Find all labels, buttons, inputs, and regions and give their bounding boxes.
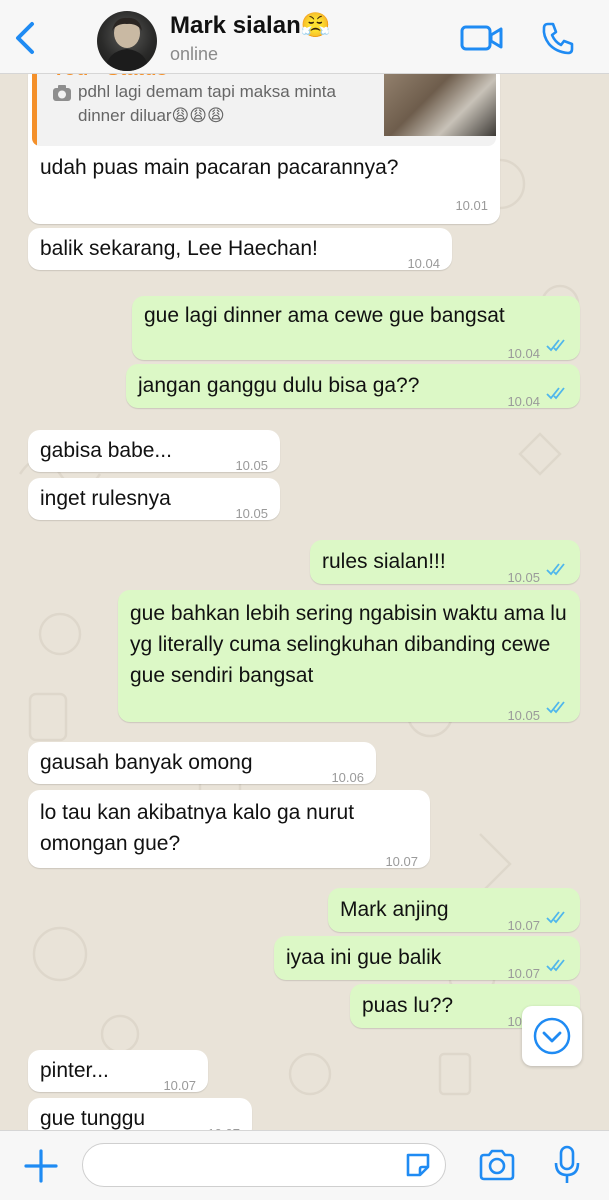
- read-ticks-icon: [546, 387, 565, 400]
- message-input[interactable]: [82, 1143, 446, 1187]
- message-time: 10.05: [235, 458, 268, 473]
- message-text: puas lu??: [362, 994, 454, 1017]
- contact-name[interactable]: Mark sialan😤: [170, 11, 331, 40]
- incoming-message[interactable]: gue tunggu 10.07: [28, 1098, 252, 1130]
- message-time: 10.05: [507, 570, 540, 585]
- message-text: Mark anjing: [340, 898, 449, 921]
- contact-avatar[interactable]: [97, 11, 157, 71]
- message-time: 10.06: [331, 770, 364, 785]
- outgoing-message[interactable]: jangan ganggu dulu bisa ga?? 10.04: [126, 364, 580, 409]
- read-ticks-icon: [546, 701, 565, 714]
- camera-button[interactable]: [478, 1148, 516, 1182]
- sticker-button[interactable]: [404, 1151, 432, 1179]
- incoming-message[interactable]: gabisa babe... 10.05: [28, 430, 280, 473]
- back-button[interactable]: [10, 20, 40, 56]
- quoted-status[interactable]: You • Status pdhl lagi demam tapi maksa …: [32, 74, 496, 146]
- video-call-button[interactable]: [460, 20, 504, 56]
- outgoing-message[interactable]: Mark anjing 10.07: [328, 888, 580, 933]
- chevron-left-icon: [16, 22, 34, 54]
- message-list[interactable]: You • Status pdhl lagi demam tapi maksa …: [0, 74, 609, 1130]
- message-time: 10.04: [407, 256, 440, 271]
- read-ticks-icon: [546, 959, 565, 972]
- message-text: gue bahkan lebih sering ngabisin waktu a…: [130, 602, 567, 687]
- message-time: 10.05: [507, 708, 540, 723]
- message-text: gabisa babe...: [40, 439, 172, 462]
- message-time: 10.07: [385, 854, 418, 869]
- message-time: 10.07: [163, 1078, 196, 1093]
- camera-icon: [53, 85, 71, 101]
- attach-button[interactable]: [22, 1147, 60, 1185]
- message-composer: [0, 1130, 609, 1200]
- sticker-icon: [406, 1153, 430, 1177]
- read-ticks-icon: [546, 911, 565, 924]
- status-thumbnail: [384, 74, 496, 136]
- video-camera-icon: [460, 25, 503, 51]
- incoming-message[interactable]: inget rulesnya 10.05: [28, 478, 280, 521]
- message-text: jangan ganggu dulu bisa ga??: [138, 374, 420, 397]
- message-text: inget rulesnya: [40, 487, 171, 510]
- chat-header: Mark sialan😤 online: [0, 0, 609, 74]
- quote-text: pdhl lagi demam tapi maksa minta dinner …: [78, 82, 336, 125]
- outgoing-message[interactable]: iyaa ini gue balik 10.07: [274, 936, 580, 981]
- read-ticks-icon: [546, 563, 565, 576]
- incoming-message[interactable]: lo tau kan akibatnya kalo ga nurut omong…: [28, 790, 430, 869]
- outgoing-message[interactable]: gue bahkan lebih sering ngabisin waktu a…: [118, 590, 580, 723]
- message-time: 10.07: [207, 1118, 240, 1130]
- scroll-to-bottom-button[interactable]: [522, 1006, 582, 1066]
- quote-accent-bar: [32, 74, 37, 146]
- read-ticks-icon: [546, 339, 565, 352]
- outgoing-message[interactable]: gue lagi dinner ama cewe gue bangsat 10.…: [132, 296, 580, 361]
- message-text: gue tunggu: [40, 1107, 146, 1130]
- message-time: 10.05: [235, 506, 268, 521]
- voice-call-button[interactable]: [540, 20, 576, 56]
- incoming-message[interactable]: You • Status pdhl lagi demam tapi maksa …: [28, 74, 500, 224]
- microphone-icon: [554, 1145, 580, 1183]
- message-text: iyaa ini gue balik: [286, 946, 442, 969]
- incoming-message[interactable]: balik sekarang, Lee Haechan! 10.04: [28, 228, 452, 271]
- message-time: 10.01: [455, 198, 488, 213]
- incoming-message[interactable]: pinter... 10.07: [28, 1050, 208, 1093]
- message-text: udah puas main pacaran pacarannya?: [40, 156, 399, 179]
- plus-icon: [24, 1149, 58, 1183]
- message-text: gue lagi dinner ama cewe gue bangsat: [144, 304, 505, 327]
- phone-icon: [542, 22, 574, 55]
- outgoing-message[interactable]: rules sialan!!! 10.05: [310, 540, 580, 585]
- message-text: rules sialan!!!: [322, 550, 446, 573]
- message-text: pinter...: [40, 1059, 109, 1082]
- message-text: gausah banyak omong: [40, 751, 253, 774]
- message-time: 10.04: [507, 394, 540, 409]
- voice-message-button[interactable]: [554, 1145, 580, 1185]
- incoming-message[interactable]: gausah banyak omong 10.06: [28, 742, 376, 785]
- contact-status: online: [170, 44, 219, 64]
- camera-icon: [479, 1149, 515, 1181]
- chevron-down-icon: [533, 1017, 571, 1055]
- message-text: lo tau kan akibatnya kalo ga nurut omong…: [40, 801, 355, 855]
- message-text: balik sekarang, Lee Haechan!: [40, 237, 318, 260]
